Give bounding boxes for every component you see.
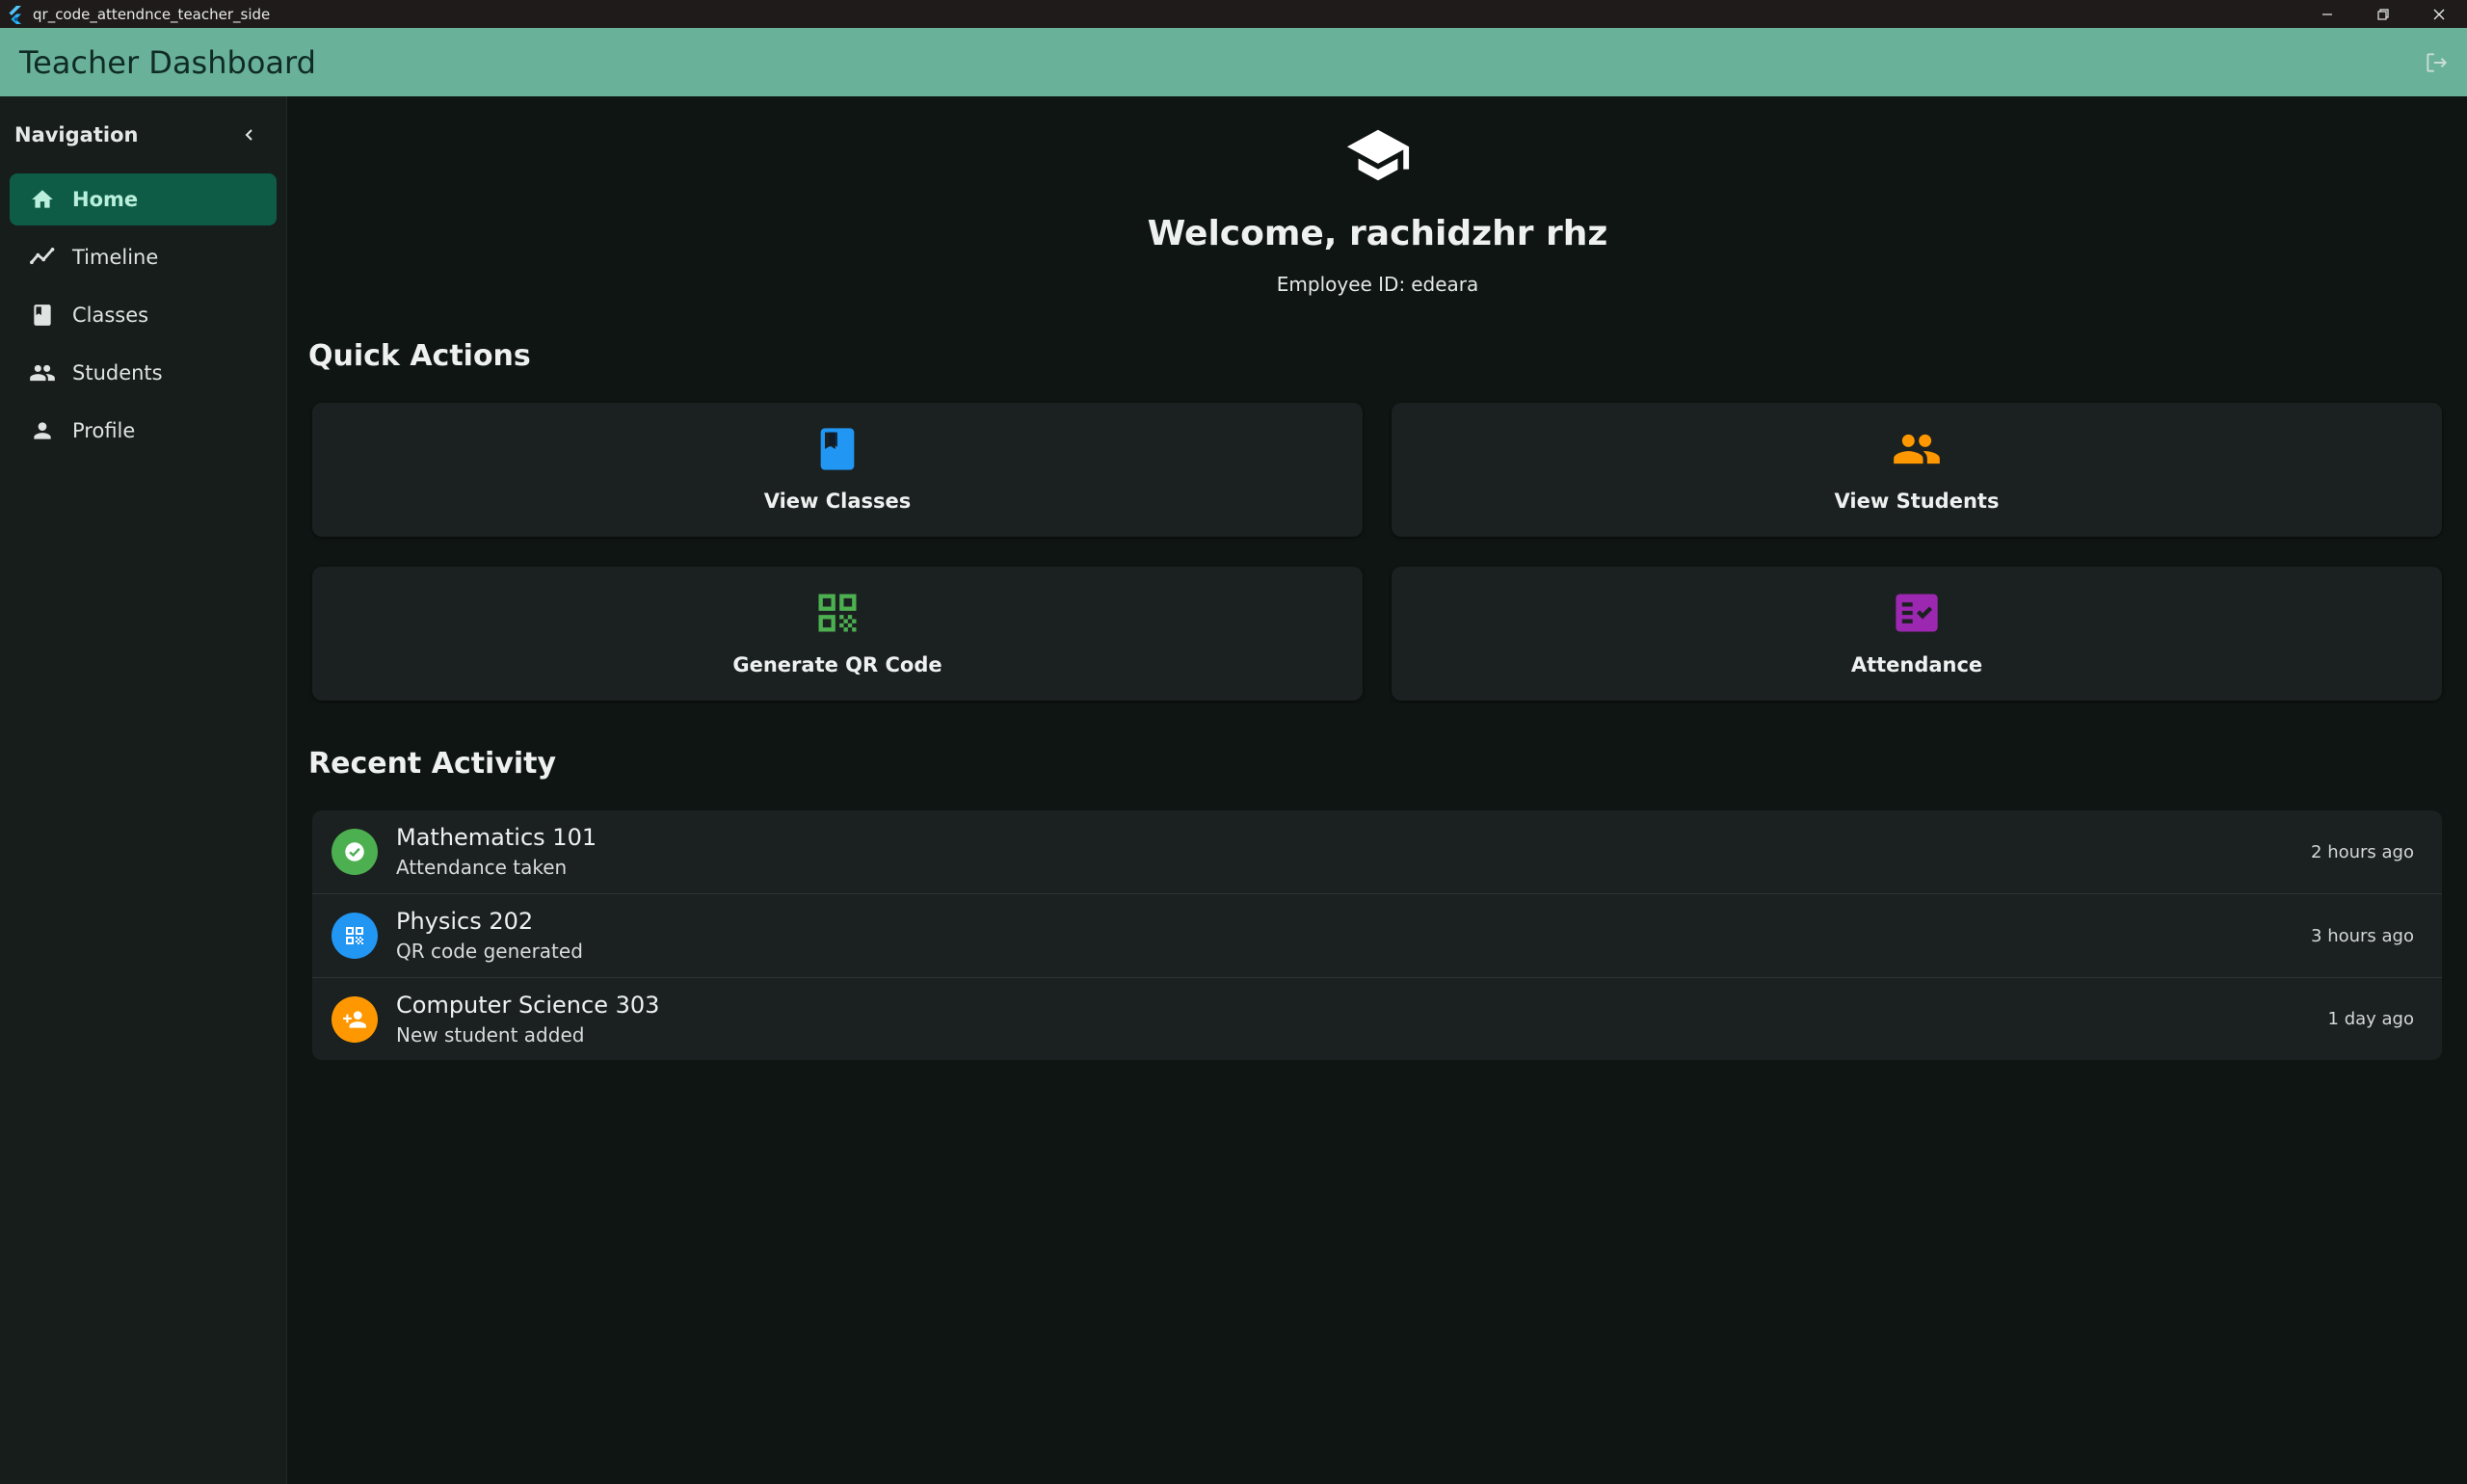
activity-time: 2 hours ago — [2311, 841, 2414, 862]
sidebar-title: Navigation — [14, 123, 139, 146]
generate-qr-code-card[interactable]: Generate QR Code — [312, 567, 1363, 701]
check-circle-icon — [332, 829, 378, 875]
activity-text: Computer Science 303 New student added — [396, 990, 659, 1049]
activity-text: Physics 202 QR code generated — [396, 906, 583, 966]
sidebar-nav: Home Timeline Classes Students Profile — [0, 173, 286, 457]
logout-icon — [2427, 53, 2448, 72]
graduation-cap-icon — [1346, 129, 1410, 181]
timeline-icon — [29, 244, 56, 271]
employee-id-label: Employee ID: — [1276, 273, 1406, 296]
activity-title: Computer Science 303 — [396, 991, 660, 1019]
quick-actions-heading: Quick Actions — [308, 339, 531, 373]
main-content: Welcome, rachidzhr rhz Employee ID: edear… — [288, 96, 2467, 1484]
sidebar-item-classes[interactable]: Classes — [10, 289, 277, 341]
employee-id-value: edeara — [1411, 273, 1479, 296]
collapse-sidebar-button[interactable] — [234, 119, 265, 150]
page-title: Teacher Dashboard — [19, 43, 316, 81]
sidebar-header: Navigation — [0, 96, 286, 173]
fact-check-icon — [1892, 588, 1942, 638]
minimize-button[interactable] — [2299, 0, 2355, 28]
card-label: View Students — [1834, 490, 2000, 513]
restore-button[interactable] — [2355, 0, 2411, 28]
activity-text: Mathematics 101 Attendance taken — [396, 822, 597, 882]
sidebar-item-label: Classes — [72, 304, 149, 327]
sidebar-item-profile[interactable]: Profile — [10, 405, 277, 457]
window-controls — [2299, 0, 2467, 28]
restore-icon — [2377, 8, 2389, 20]
app-bar: Teacher Dashboard — [0, 28, 2467, 96]
employee-id: Employee ID: edeara — [288, 273, 2467, 296]
recent-activity-list: Mathematics 101 Attendance taken 2 hours… — [312, 810, 2442, 1060]
close-icon — [2433, 9, 2445, 19]
minimize-icon — [2322, 13, 2332, 15]
activity-title: Physics 202 — [396, 908, 534, 935]
activity-subtitle: QR code generated — [396, 940, 583, 963]
qr-code-icon — [812, 588, 862, 638]
attendance-card[interactable]: Attendance — [1392, 567, 2442, 701]
card-label: Generate QR Code — [732, 653, 942, 676]
sidebar-item-label: Students — [72, 361, 163, 384]
person-icon — [29, 417, 56, 444]
close-window-button[interactable] — [2411, 0, 2467, 28]
window-titlebar: qr_code_attendnce_teacher_side — [0, 0, 2467, 28]
activity-title: Mathematics 101 — [396, 824, 597, 851]
sidebar: Navigation Home Timeline Classes Student… — [0, 96, 287, 1484]
qr-code-icon — [332, 913, 378, 959]
view-students-card[interactable]: View Students — [1392, 403, 2442, 537]
sidebar-item-timeline[interactable]: Timeline — [10, 231, 277, 283]
window-title: qr_code_attendnce_teacher_side — [33, 5, 271, 23]
list-item[interactable]: Physics 202 QR code generated 3 hours ag… — [312, 894, 2442, 978]
list-item[interactable]: Mathematics 101 Attendance taken 2 hours… — [312, 810, 2442, 894]
card-label: Attendance — [1850, 653, 1983, 676]
home-icon — [29, 186, 56, 213]
list-item[interactable]: Computer Science 303 New student added 1… — [312, 978, 2442, 1060]
activity-subtitle: New student added — [396, 1022, 585, 1047]
sidebar-item-students[interactable]: Students — [10, 347, 277, 399]
sidebar-item-label: Timeline — [72, 246, 159, 269]
sidebar-item-label: Profile — [72, 419, 136, 442]
activity-time: 1 day ago — [2327, 1009, 2414, 1029]
sidebar-item-home[interactable]: Home — [10, 173, 277, 225]
activity-subtitle: Attendance taken — [396, 856, 568, 879]
book-icon — [29, 302, 56, 329]
view-classes-card[interactable]: View Classes — [312, 403, 1363, 537]
activity-time: 3 hours ago — [2311, 925, 2414, 946]
recent-activity-heading: Recent Activity — [308, 747, 557, 781]
welcome-heading: Welcome, rachidzhr rhz — [1147, 214, 1608, 253]
sidebar-item-label: Home — [72, 188, 139, 211]
person-add-icon — [332, 995, 378, 1043]
chevron-left-icon — [245, 129, 252, 141]
card-label: View Classes — [763, 490, 912, 513]
people-icon — [1892, 424, 1942, 474]
logout-button[interactable] — [2417, 45, 2455, 80]
flutter-logo-icon — [9, 5, 21, 24]
people-icon — [29, 359, 56, 386]
book-icon — [812, 424, 862, 474]
